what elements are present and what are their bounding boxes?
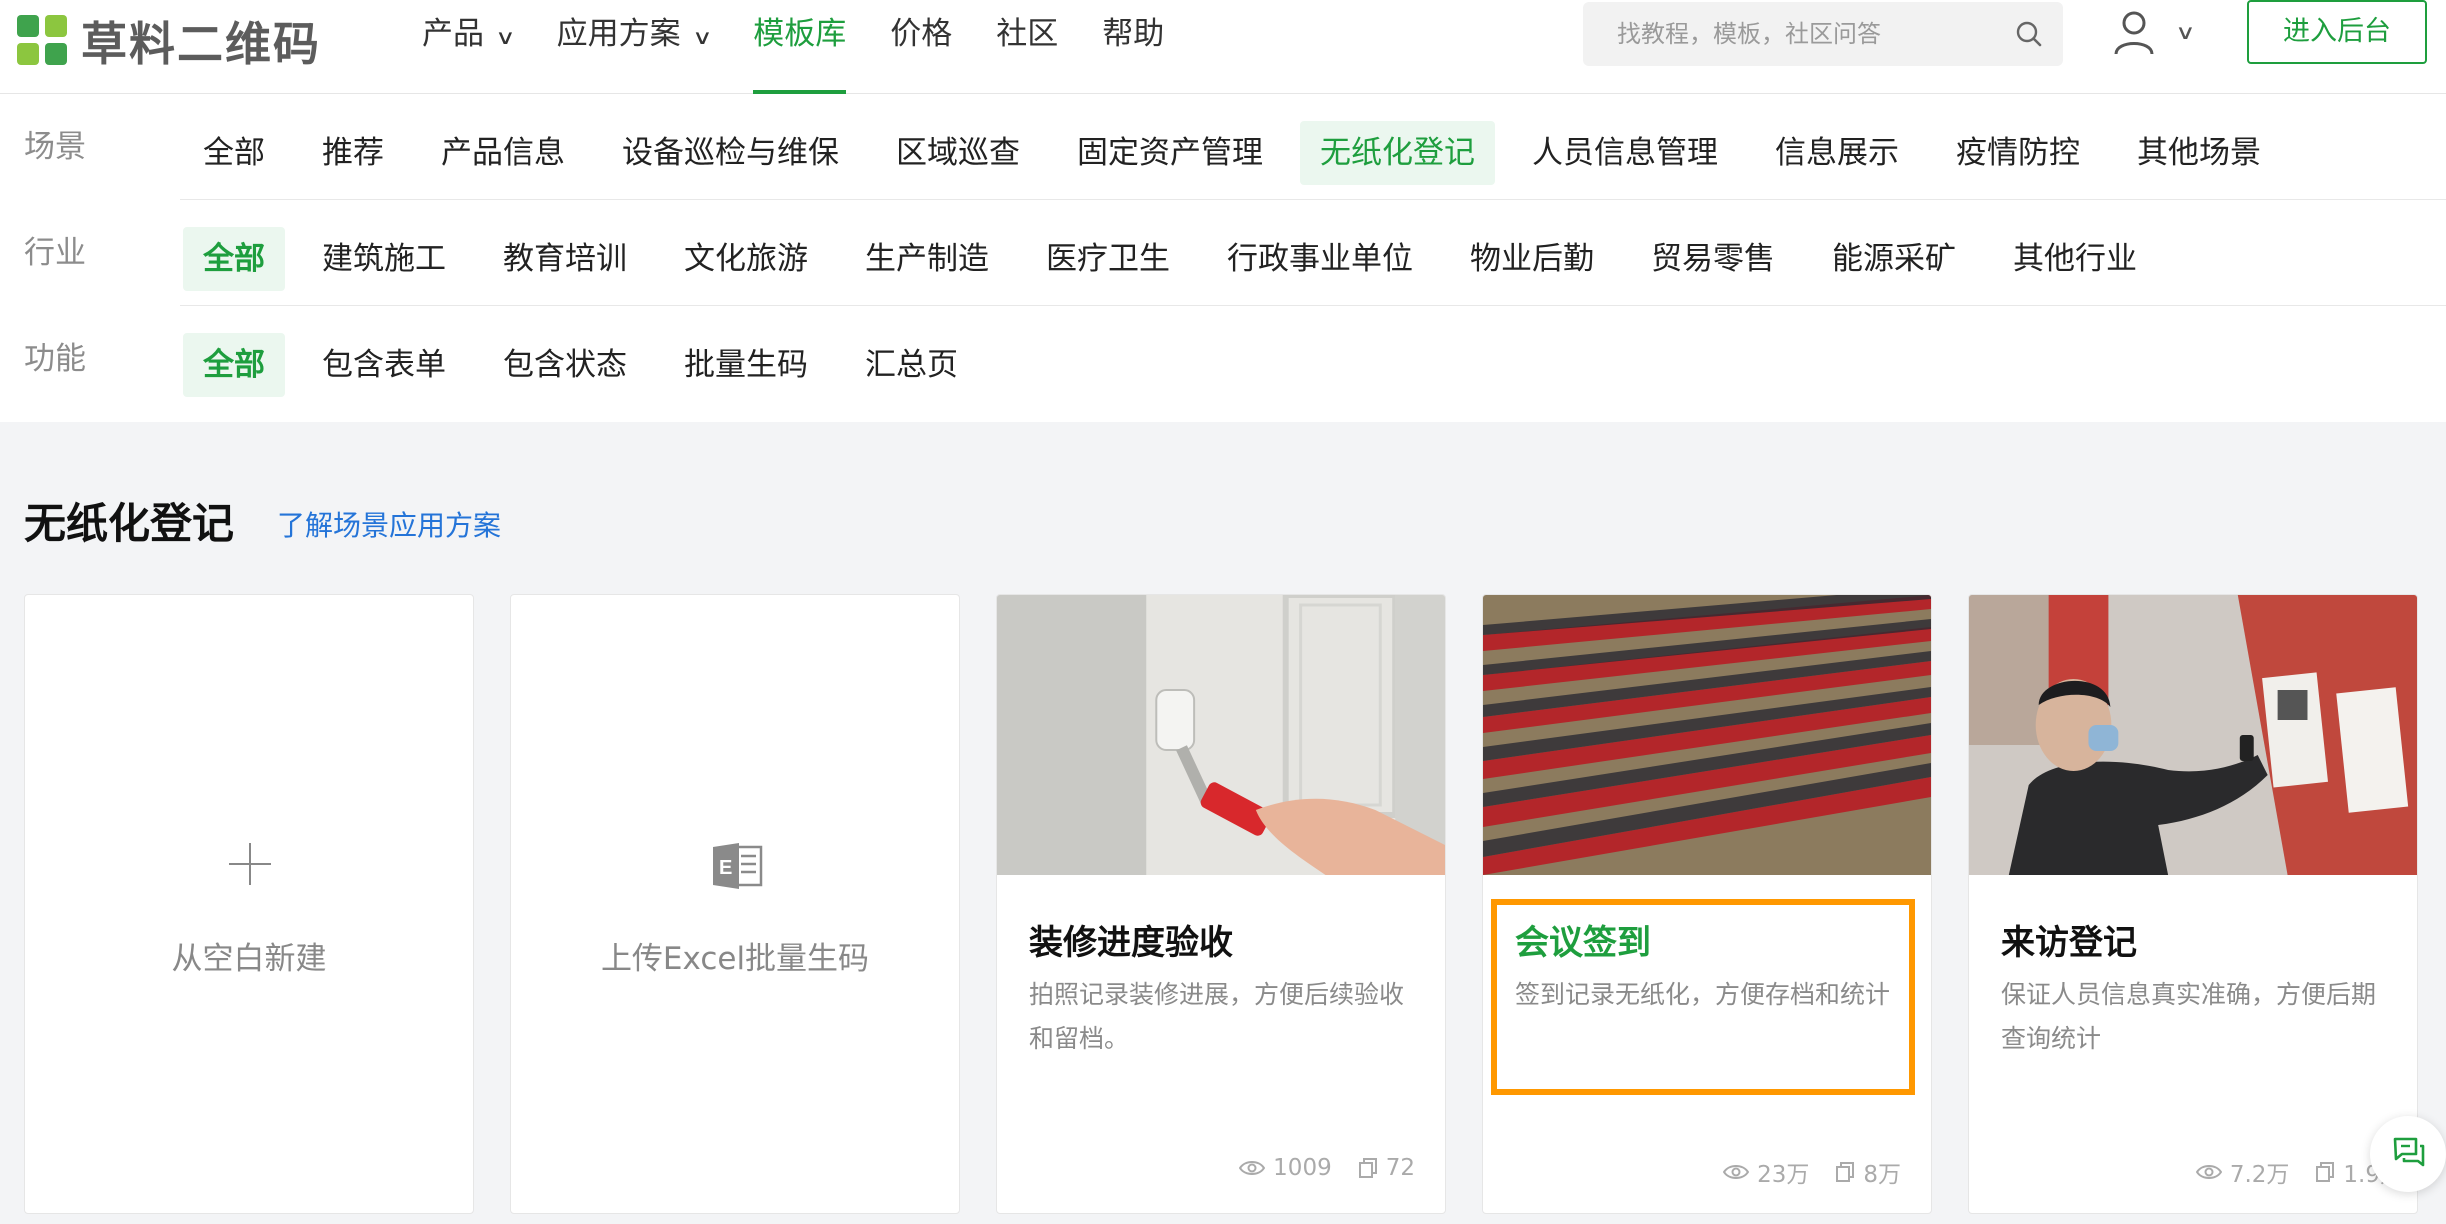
filter-option-selected[interactable]: 无纸化登记 [1300,121,1495,185]
filter-option[interactable]: 教育培训 [483,227,647,291]
filter-options: 全部 推荐 产品信息 设备巡检与维保 区域巡查 固定资产管理 无纸化登记 人员信… [183,121,2298,185]
filter-option[interactable]: 其他场景 [2117,121,2281,185]
chevron-down-icon: ∨ [2175,20,2196,44]
copy-icon [1358,1158,1377,1178]
filter-option[interactable]: 其他行业 [1993,227,2157,291]
template-stats: 1009 72 [1239,1155,1415,1181]
nav-solutions[interactable]: 应用方案 ∨ [535,0,732,94]
filter-option[interactable]: 固定资产管理 [1057,121,1283,185]
view-count: 1009 [1273,1155,1332,1181]
filter-row-industry: 行业 全部 建筑施工 教育培训 文化旅游 生产制造 医疗卫生 行政事业单位 物业… [0,200,2446,306]
filter-option[interactable]: 全部 [183,121,285,185]
filter-label: 场景 [24,129,86,165]
enter-backend-button[interactable]: 进入后台 [2247,0,2427,64]
template-title: 会议签到 [1515,923,1651,963]
logo-icon [17,15,69,67]
filter-options: 全部 包含表单 包含状态 批量生码 汇总页 [183,333,995,397]
filter-option-selected[interactable]: 全部 [183,227,285,291]
filter-options: 全部 建筑施工 教育培训 文化旅游 生产制造 医疗卫生 行政事业单位 物业后勤 … [183,227,2174,291]
nav-community[interactable]: 社区 [974,0,1080,94]
user-icon [2114,11,2154,55]
scene-solution-link[interactable]: 了解场景应用方案 [277,504,501,544]
auditorium-photo [1483,595,1931,875]
svg-text:E: E [719,857,732,879]
nav-label: 产品 [422,16,484,52]
copy-icon [1836,1162,1855,1182]
nav-help[interactable]: 帮助 [1080,0,1186,94]
search-box [1583,2,2063,66]
view-count: 7.2万 [2229,1162,2290,1188]
template-desc: 保证人员信息真实准确，方便后期查询统计 [2001,980,2377,1053]
filter-row-function: 功能 全部 包含表单 包含状态 批量生码 汇总页 [0,306,2446,412]
filter-option[interactable]: 包含表单 [302,333,466,397]
plus-icon [229,843,271,885]
chat-icon [2393,1137,2425,1167]
filter-panel: 场景 全部 推荐 产品信息 设备巡检与维保 区域巡查 固定资产管理 无纸化登记 … [0,94,2446,422]
main-nav: 产品 ∨ 应用方案 ∨ 模板库 价格 社区 帮助 [400,0,1186,94]
top-header: 草料二维码 产品 ∨ 应用方案 ∨ 模板库 价格 社区 帮助 ∨ 进入后台 [0,0,2446,94]
template-card[interactable]: 会议签到 签到记录无纸化，方便存档和统计 23万 8万 [1482,594,1932,1214]
template-title: 来访登记 [2001,923,2137,963]
search-input[interactable] [1583,2,1983,66]
filter-option[interactable]: 文化旅游 [664,227,828,291]
view-count: 23万 [1757,1162,1810,1188]
section-title: 无纸化登记 [24,499,235,548]
filter-option-selected[interactable]: 全部 [183,333,285,397]
filter-option[interactable]: 区域巡查 [876,121,1040,185]
filter-option[interactable]: 疫情防控 [1936,121,2100,185]
brand-name: 草料二维码 [81,17,321,71]
new-blank-label: 从空白新建 [171,941,327,977]
filter-option[interactable]: 信息展示 [1755,121,1919,185]
filter-option[interactable]: 批量生码 [664,333,828,397]
chevron-down-icon: ∨ [691,25,713,49]
chevron-down-icon: ∨ [495,25,516,49]
brand-logo[interactable]: 草料二维码 [17,8,321,74]
filter-option[interactable]: 人员信息管理 [1512,121,1738,185]
nav-label: 应用方案 [556,16,681,52]
template-card[interactable]: 来访登记 保证人员信息真实准确，方便后期查询统计 7.2万 1.9万 [1968,594,2418,1214]
template-desc: 拍照记录装修进展，方便后续验收和留档。 [1029,980,1405,1053]
template-card[interactable]: 装修进度验收 拍照记录装修进展，方便后续验收和留档。 1009 72 [996,594,1446,1214]
template-title: 装修进度验收 [1029,923,1233,963]
eye-icon [1723,1165,1750,1179]
filter-row-scene: 场景 全部 推荐 产品信息 设备巡检与维保 区域巡查 固定资产管理 无纸化登记 … [0,94,2446,200]
upload-excel-label: 上传Excel批量生码 [600,941,870,977]
wall-painting-photo [997,595,1445,875]
filter-option[interactable]: 包含状态 [483,333,647,397]
nav-template-library[interactable]: 模板库 [731,0,868,94]
chat-button[interactable] [2370,1116,2446,1192]
template-stats: 23万 8万 [1723,1155,1901,1189]
copy-count: 72 [1385,1155,1415,1181]
nav-pricing[interactable]: 价格 [868,0,974,94]
upload-excel-card[interactable]: E 上传Excel批量生码 [510,594,960,1214]
search-icon[interactable] [2015,20,2043,48]
filter-option[interactable]: 生产制造 [845,227,1009,291]
eye-icon [2195,1165,2222,1179]
filter-option[interactable]: 建筑施工 [302,227,466,291]
nav-label: 社区 [996,16,1059,52]
new-blank-card[interactable]: 从空白新建 [24,594,474,1214]
excel-icon: E [713,843,763,889]
template-desc: 签到记录无纸化，方便存档和统计 [1515,980,1891,1009]
nav-label: 模板库 [753,16,847,52]
filter-option[interactable]: 物业后勤 [1450,227,1614,291]
filter-label: 行业 [24,235,86,271]
filter-option[interactable]: 推荐 [302,121,404,185]
nav-label: 帮助 [1102,16,1165,52]
eye-icon [1239,1161,1266,1175]
filter-option[interactable]: 医疗卫生 [1026,227,1190,291]
filter-option[interactable]: 行政事业单位 [1207,227,1433,291]
filter-option[interactable]: 汇总页 [845,333,978,397]
filter-option[interactable]: 设备巡检与维保 [602,121,859,185]
filter-option[interactable]: 贸易零售 [1631,227,1795,291]
visitor-scan-photo [1969,595,2417,875]
user-menu[interactable]: ∨ [2112,10,2212,60]
filter-option[interactable]: 产品信息 [421,121,585,185]
copy-icon [2316,1162,2335,1182]
nav-label: 价格 [890,16,953,52]
filter-option[interactable]: 能源采矿 [1812,227,1976,291]
filter-label: 功能 [24,341,86,377]
copy-count: 8万 [1863,1162,1901,1188]
nav-product[interactable]: 产品 ∨ [400,0,535,94]
